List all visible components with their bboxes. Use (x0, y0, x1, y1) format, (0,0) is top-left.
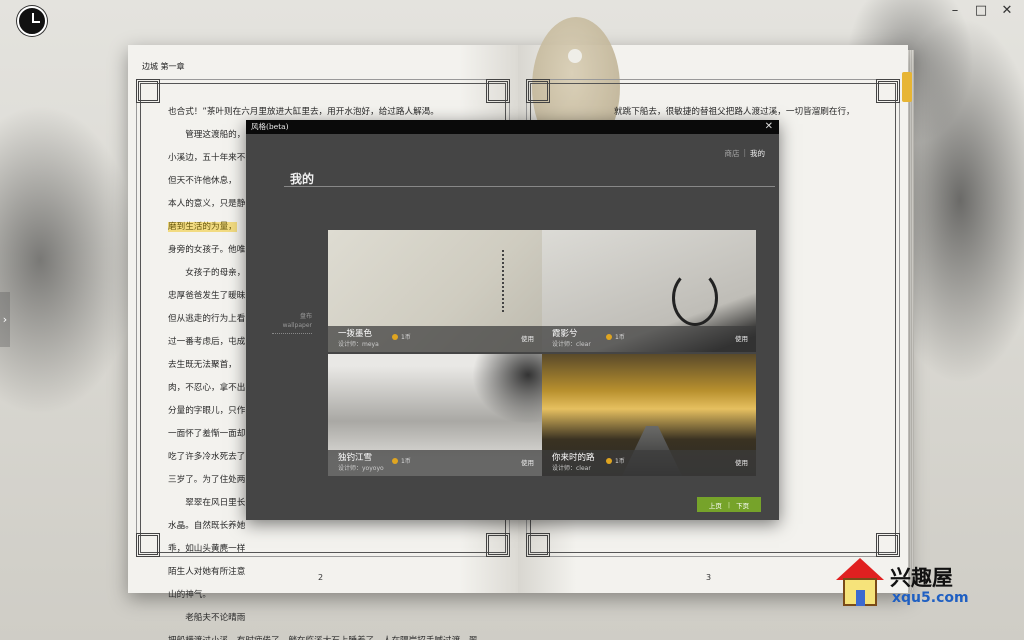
use-theme-button[interactable]: 使用 (735, 333, 748, 343)
tab-mine[interactable]: 我的 (750, 148, 765, 159)
tile-caption: 独钓江雪 1币 设计师：yoyoyo 使用 (328, 450, 542, 476)
theme-name: 你来时的路 (552, 453, 595, 463)
theme-name: 一拨墨色 (338, 329, 373, 339)
corner-ornament (136, 533, 160, 557)
corner-ornament (876, 79, 900, 103)
dialog-nav: 商店 | 我的 (724, 148, 765, 159)
chapter-header: 边城 第一章 (142, 62, 185, 71)
coin-icon (392, 457, 398, 464)
use-theme-button[interactable]: 使用 (521, 457, 534, 467)
page-number-right: 3 (706, 573, 712, 582)
theme-price: 1币 (606, 332, 625, 341)
window-controls: – □ ✕ (944, 2, 1018, 20)
close-button[interactable]: ✕ (996, 2, 1018, 20)
theme-designer: 设计师：clear (552, 341, 591, 348)
tile-caption: 你来时的路 1币 设计师：clear 使用 (542, 450, 756, 476)
coin-icon (606, 333, 612, 340)
text-line: 山的神气。 (168, 590, 211, 600)
theme-price: 1币 (606, 456, 625, 465)
heading-divider (284, 186, 775, 187)
theme-designer: 设计师：clear (552, 465, 591, 472)
page-number-left: 2 (318, 573, 324, 582)
theme-name: 霞影兮 (552, 329, 578, 339)
dialog-title: 风格(beta) (251, 122, 289, 131)
tile-caption: 霞影兮 1币 设计师：clear 使用 (542, 326, 756, 352)
corner-ornament (876, 533, 900, 557)
category-label-en: wallpaper (282, 322, 312, 329)
text-line: 陌生人对她有所注意 (168, 567, 246, 577)
tile-caption: 一拨墨色 1币 设计师：meya 使用 (328, 326, 542, 352)
site-watermark: 兴趣屋 xqu5.com (834, 556, 984, 616)
watermark-url: xqu5.com (892, 590, 969, 606)
dialog-close-button[interactable]: ✕ (765, 120, 773, 134)
nav-separator: | (743, 148, 746, 157)
theme-name: 独钓江雪 (338, 453, 373, 463)
theme-price: 1币 (392, 332, 411, 341)
category-label-cn: 盘布 (299, 313, 312, 320)
watermark-text: 兴趣屋 (890, 566, 953, 590)
use-theme-button[interactable]: 使用 (735, 457, 748, 467)
corner-ornament (136, 79, 160, 103)
prev-page-button[interactable]: 上页 (709, 500, 722, 510)
theme-designer: 设计师：yoyoyo (338, 465, 384, 472)
clock-icon[interactable] (17, 6, 47, 36)
text-line: 把船横渡过小溪。有时疲倦了，躺在临溪大石上睡着了，人在隔岸招手喊过渡，翠 (168, 630, 488, 640)
maximize-button[interactable]: □ (970, 2, 992, 20)
next-page-button[interactable]: 下页 (736, 500, 749, 510)
expand-sidebar-icon[interactable]: › (0, 292, 10, 347)
dialog-titlebar: 风格(beta) ✕ (246, 120, 779, 134)
corner-ornament (526, 533, 550, 557)
use-theme-button[interactable]: 使用 (521, 333, 534, 343)
section-heading: 我的 (290, 172, 315, 186)
minimize-button[interactable]: – (944, 2, 966, 20)
house-logo-icon (834, 556, 886, 612)
corner-ornament (486, 79, 510, 103)
tab-store[interactable]: 商店 (724, 148, 739, 159)
corner-ornament (486, 533, 510, 557)
pagination: 上页 | 下页 (697, 497, 761, 512)
theme-tile[interactable]: 一拨墨色 1币 设计师：meya 使用 (328, 230, 542, 352)
category-label[interactable]: 盘布 wallpaper (272, 312, 312, 334)
coin-icon (392, 333, 398, 340)
corner-ornament (526, 79, 550, 103)
style-dialog: 风格(beta) ✕ 商店 | 我的 我的 盘布 wallpaper 一拨墨色 … (246, 120, 779, 520)
theme-grid: 一拨墨色 1币 设计师：meya 使用 霞影兮 1币 设计师：clear 使用 … (328, 230, 756, 476)
coin-icon (606, 457, 612, 464)
category-underline (272, 333, 312, 334)
theme-tile[interactable]: 你来时的路 1币 设计师：clear 使用 (542, 354, 756, 476)
text-line: 乖，如山头黄麂一样 (168, 544, 246, 554)
theme-tile[interactable]: 独钓江雪 1币 设计师：yoyoyo 使用 (328, 354, 542, 476)
theme-price: 1币 (392, 456, 411, 465)
theme-designer: 设计师：meya (338, 341, 379, 348)
text-line: 老船夫不论晴雨 (168, 613, 246, 623)
theme-tile[interactable]: 霞影兮 1币 设计师：clear 使用 (542, 230, 756, 352)
bookmark-tab[interactable] (902, 72, 912, 102)
pager-separator: | (727, 500, 731, 509)
